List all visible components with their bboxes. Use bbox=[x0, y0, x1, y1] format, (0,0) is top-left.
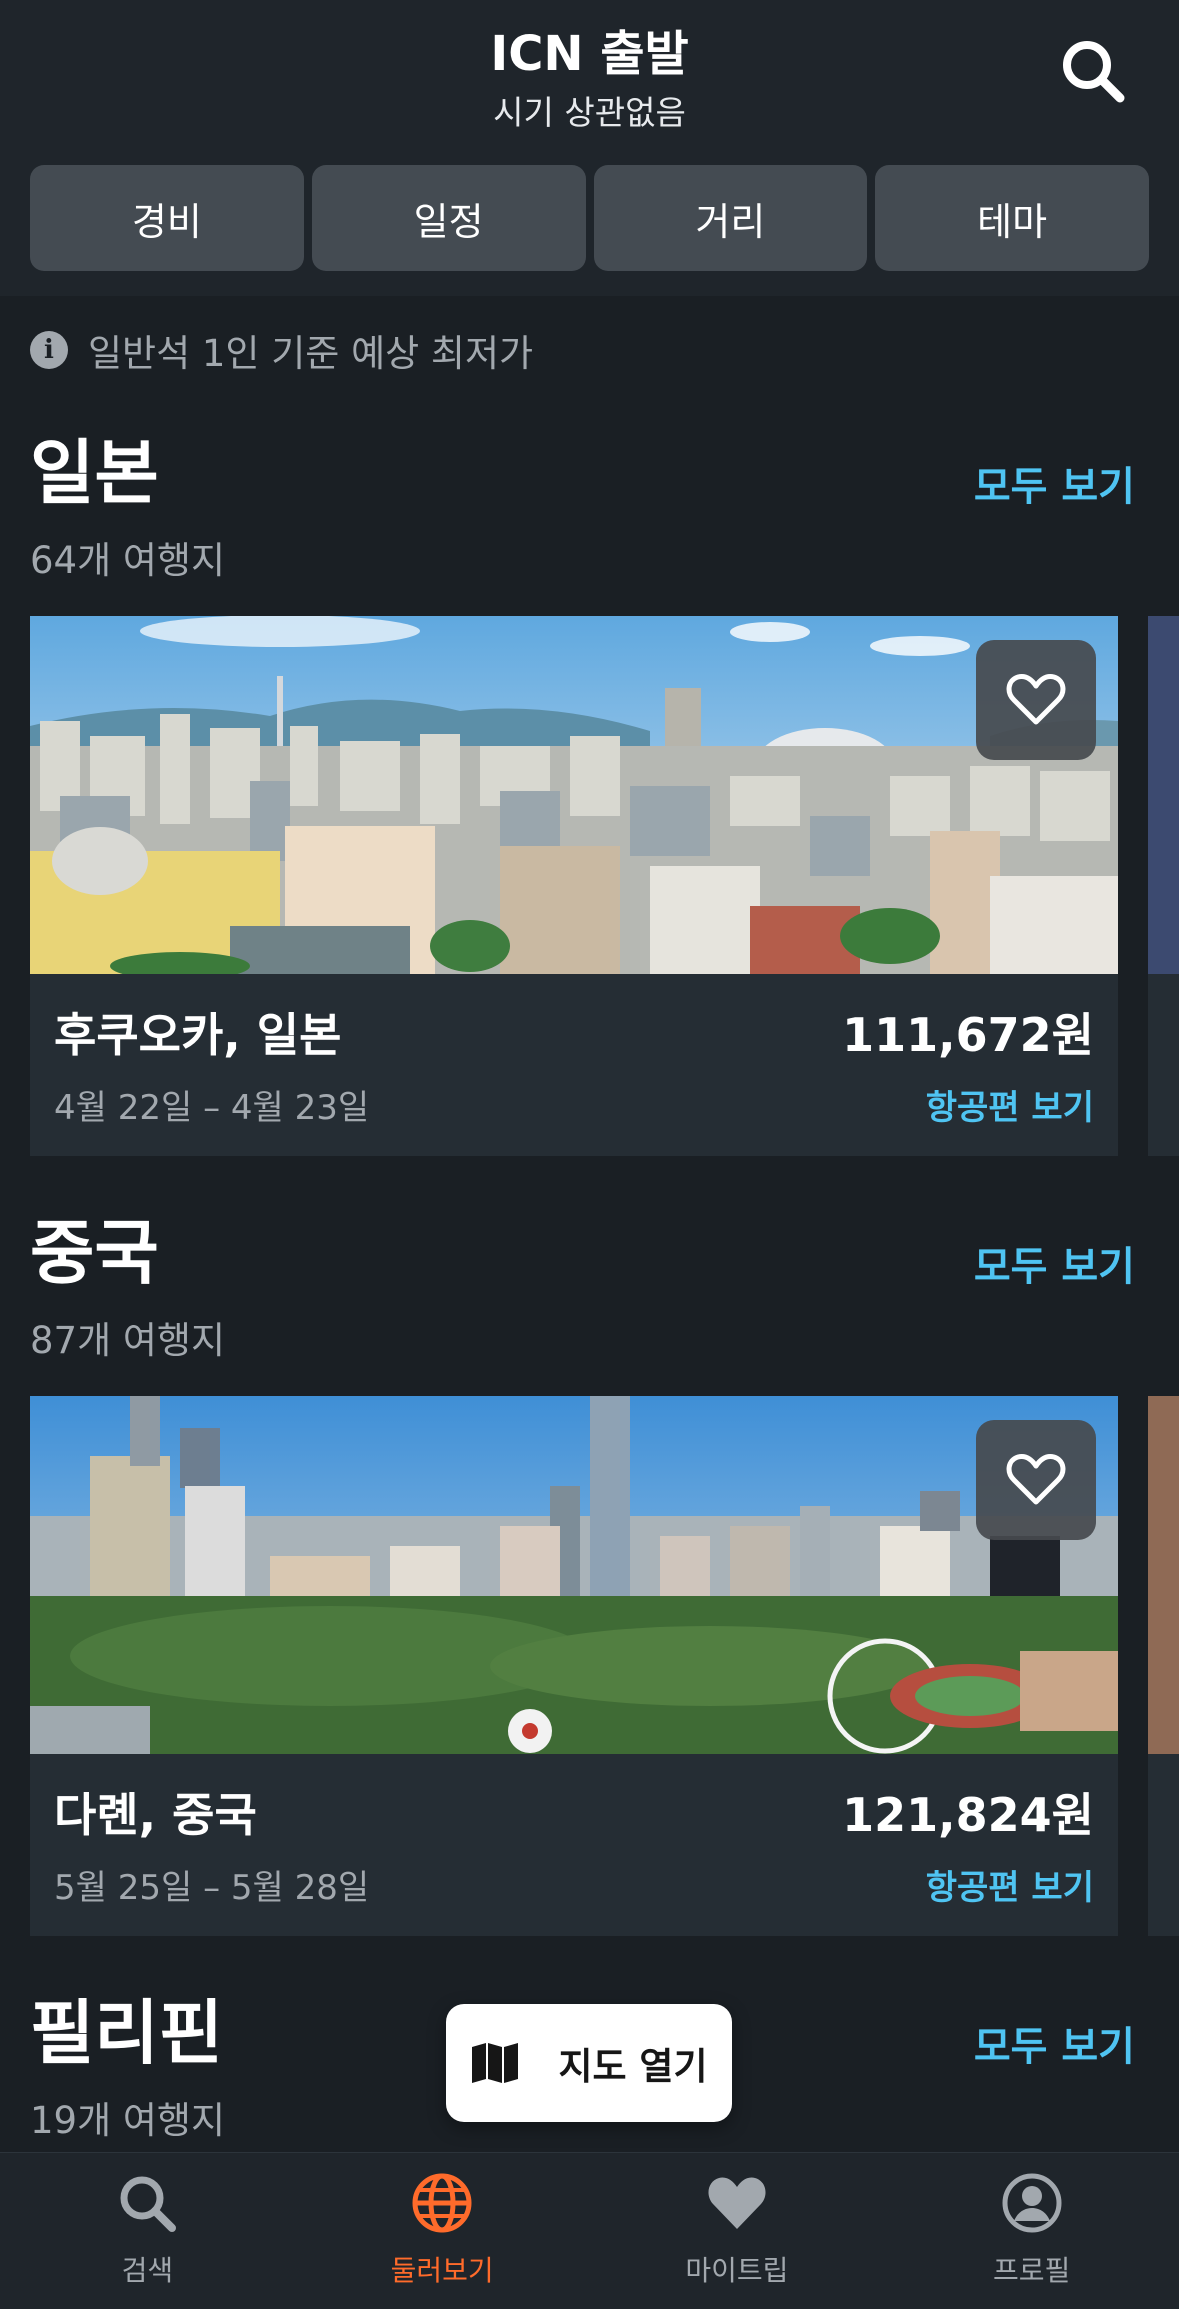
globe-icon bbox=[412, 2173, 472, 2233]
travel-dates: 4월 22일 – 4월 23일 bbox=[54, 1088, 370, 1128]
travel-dates: 5월 25일 – 5월 28일 bbox=[54, 1868, 370, 1908]
filter-schedule-button[interactable]: 일정 bbox=[311, 165, 586, 271]
nav-label: 마이트립 bbox=[685, 2254, 789, 2287]
see-all-link[interactable]: 모두 보기 bbox=[974, 2014, 1135, 2072]
favorite-button[interactable] bbox=[976, 640, 1096, 760]
section-title: 일본 bbox=[30, 432, 159, 514]
nav-search[interactable]: 검색 bbox=[0, 2153, 295, 2309]
nav-label: 검색 bbox=[121, 2254, 174, 2287]
destination-city: 다롄, 중국 bbox=[54, 1788, 257, 1842]
section-china: 중국 87개 여행지 모두 보기 다롄, 중국 5월 25일 – 5월 28일 … bbox=[0, 1218, 1179, 1938]
open-map-button[interactable]: 지도 열기 bbox=[446, 2004, 732, 2122]
see-all-link[interactable]: 모두 보기 bbox=[974, 1234, 1135, 1292]
map-icon bbox=[472, 2043, 519, 2083]
destination-card[interactable]: 다롄, 중국 5월 25일 – 5월 28일 121,824원 항공편 보기 bbox=[30, 1396, 1118, 1936]
destination-price: 121,824원 bbox=[842, 1788, 1094, 1842]
search-button[interactable] bbox=[1058, 36, 1128, 106]
filter-bar: 경비 일정 거리 테마 bbox=[30, 165, 1149, 271]
filter-theme-button[interactable]: 테마 bbox=[875, 165, 1149, 271]
destination-image bbox=[30, 1396, 1118, 1754]
top-header: ICN 출발 시기 상관없음 경비 일정 거리 테마 bbox=[0, 0, 1179, 296]
nav-label: 프로필 bbox=[992, 2254, 1071, 2287]
heart-outline-icon bbox=[1006, 1454, 1066, 1505]
filter-budget-button[interactable]: 경비 bbox=[30, 165, 304, 271]
see-all-link[interactable]: 모두 보기 bbox=[974, 454, 1135, 512]
next-card-peek[interactable] bbox=[1148, 1396, 1179, 1936]
nav-mytrip[interactable]: 마이트립 bbox=[590, 2153, 885, 2309]
price-info-text: 일반석 1인 기준 예상 최저가 bbox=[88, 332, 534, 375]
date-subtitle[interactable]: 시기 상관없음 bbox=[0, 86, 1179, 134]
destination-card[interactable]: 후쿠오카, 일본 4월 22일 – 4월 23일 111,672원 항공편 보기 bbox=[30, 616, 1118, 1156]
section-title: 필리핀 bbox=[30, 1992, 224, 2074]
price-info: i 일반석 1인 기준 예상 최저가 bbox=[30, 325, 533, 375]
filter-distance-button[interactable]: 거리 bbox=[593, 165, 868, 271]
search-icon bbox=[120, 2176, 177, 2232]
nav-label: 둘러보기 bbox=[390, 2254, 494, 2287]
destination-price: 111,672원 bbox=[842, 1008, 1094, 1062]
section-count: 87개 여행지 bbox=[30, 1319, 226, 1362]
origin-title[interactable]: ICN 출발 bbox=[0, 14, 1179, 84]
view-flights-link[interactable]: 항공편 보기 bbox=[926, 1080, 1094, 1129]
next-card-peek[interactable] bbox=[1148, 616, 1179, 1156]
section-count: 19개 여행지 bbox=[30, 2099, 226, 2142]
bottom-navigation: 검색 둘러보기 마이트립 프로필 bbox=[0, 2152, 1179, 2309]
nav-profile[interactable]: 프로필 bbox=[884, 2153, 1179, 2309]
search-icon bbox=[1063, 41, 1125, 103]
heart-outline-icon bbox=[1006, 674, 1066, 725]
profile-icon bbox=[1002, 2173, 1062, 2233]
nav-explore[interactable]: 둘러보기 bbox=[295, 2153, 590, 2309]
favorite-button[interactable] bbox=[976, 1420, 1096, 1540]
info-icon: i bbox=[30, 331, 68, 369]
section-count: 64개 여행지 bbox=[30, 539, 226, 582]
section-title: 중국 bbox=[30, 1212, 159, 1294]
destination-city: 후쿠오카, 일본 bbox=[54, 1008, 342, 1062]
heart-icon bbox=[708, 2177, 766, 2229]
destination-image bbox=[30, 616, 1118, 974]
open-map-label: 지도 열기 bbox=[558, 2045, 708, 2088]
section-japan: 일본 64개 여행지 모두 보기 후쿠오카, 일본 4월 22일 – 4월 23… bbox=[0, 438, 1179, 1158]
view-flights-link[interactable]: 항공편 보기 bbox=[926, 1860, 1094, 1909]
